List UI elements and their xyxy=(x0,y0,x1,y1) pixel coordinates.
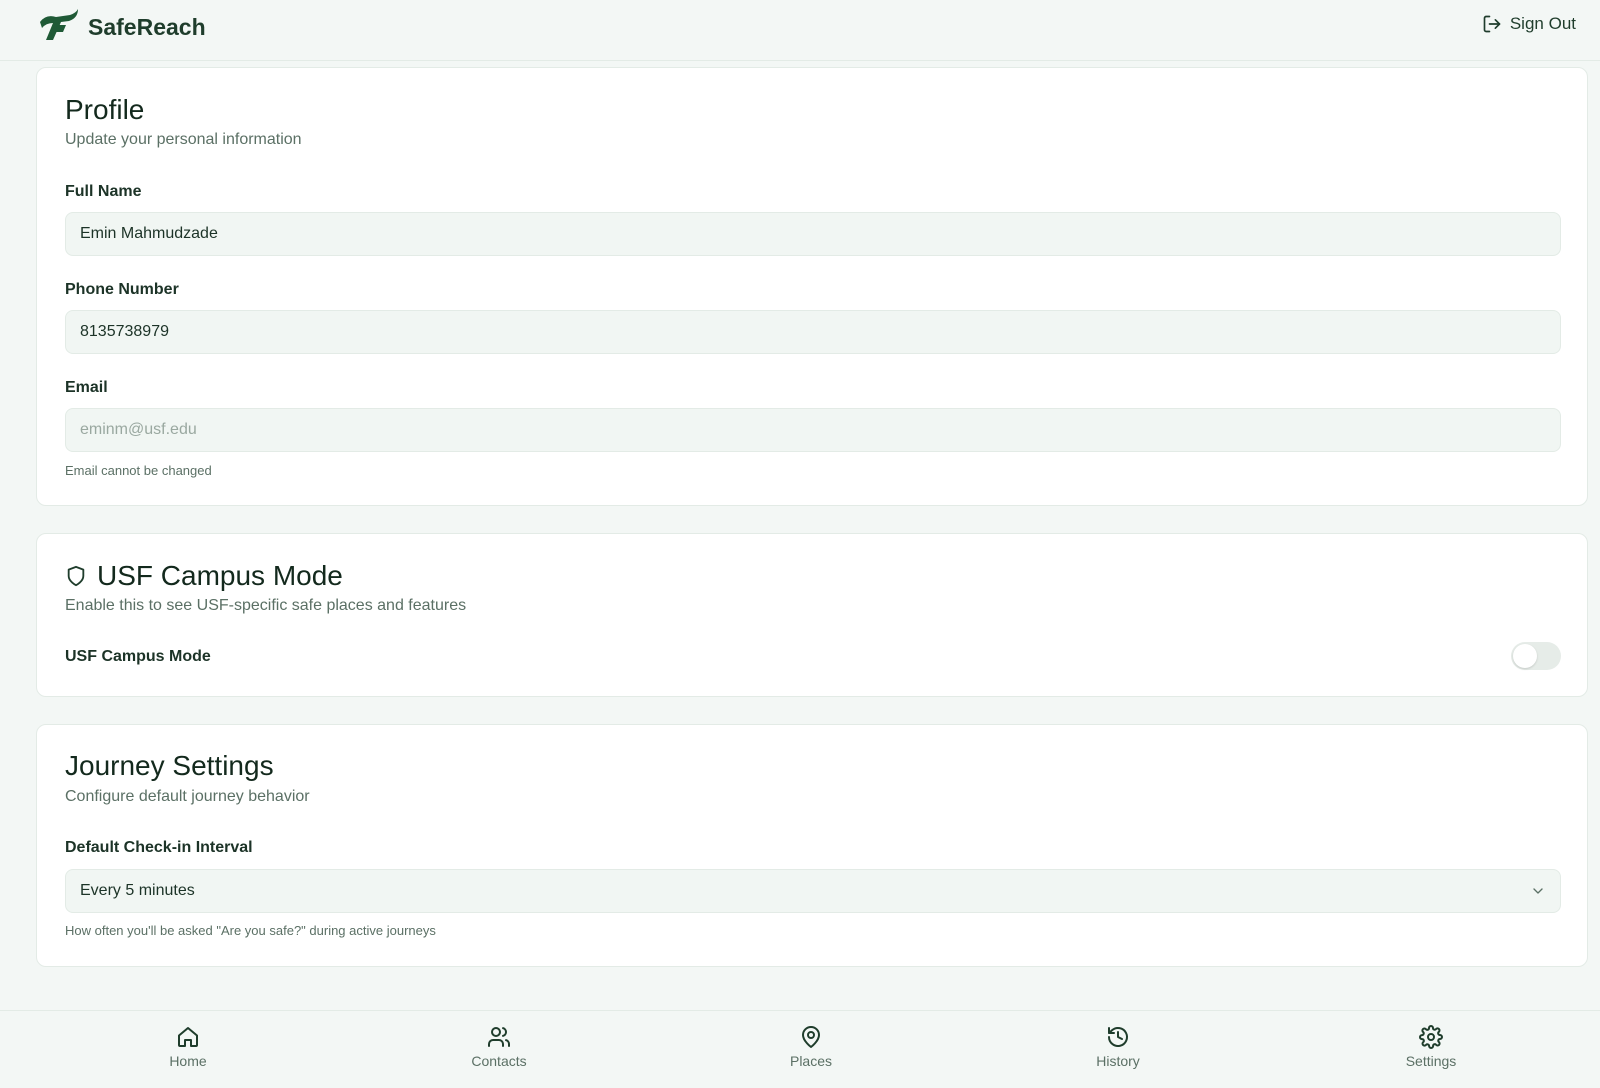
checkin-interval-value: Every 5 minutes xyxy=(80,882,195,899)
nav-label-history: History xyxy=(1096,1053,1140,1069)
brand[interactable]: SafeReach xyxy=(36,8,206,47)
sign-out-button[interactable]: Sign Out xyxy=(1482,14,1576,34)
checkin-interval-label: Default Check-in Interval xyxy=(65,839,253,856)
map-pin-icon xyxy=(802,1026,820,1048)
nav-item-home[interactable]: Home xyxy=(128,1025,248,1069)
history-icon xyxy=(1108,1027,1128,1047)
home-icon xyxy=(178,1027,198,1047)
checkin-interval-hint: How often you'll be asked "Are you safe?… xyxy=(65,923,436,938)
users-icon xyxy=(488,1027,510,1047)
nav-label-places: Places xyxy=(789,1053,833,1069)
nav-item-settings[interactable]: Settings xyxy=(1371,1025,1491,1069)
campus-mode-card: USF Campus Mode Enable this to see USF-s… xyxy=(36,533,1588,697)
campus-mode-toggle[interactable] xyxy=(1511,642,1561,670)
nav-item-contacts[interactable]: Contacts xyxy=(439,1025,559,1069)
bottom-nav: Home Contacts Places History Settings xyxy=(0,1010,1600,1088)
journey-settings-title: Journey Settings xyxy=(65,750,274,781)
full-name-label: Full Name xyxy=(65,183,142,200)
nav-item-places[interactable]: Places xyxy=(751,1025,871,1069)
usf-bull-logo-icon xyxy=(36,8,80,47)
campus-mode-title-row: USF Campus Mode xyxy=(65,560,343,592)
log-out-icon xyxy=(1483,15,1501,33)
campus-mode-subtitle: Enable this to see USF-specific safe pla… xyxy=(65,597,467,614)
profile-card: Profile Update your personal information… xyxy=(36,67,1588,506)
journey-settings-subtitle: Configure default journey behavior xyxy=(65,788,310,805)
nav-label-contacts: Contacts xyxy=(471,1053,527,1069)
sign-out-label: Sign Out xyxy=(1509,14,1576,33)
email-hint: Email cannot be changed xyxy=(65,463,212,478)
campus-mode-title: USF Campus Mode xyxy=(97,560,343,591)
profile-subtitle: Update your personal information xyxy=(65,131,302,148)
journey-settings-card: Journey Settings Configure default journ… xyxy=(36,724,1588,967)
email-label: Email xyxy=(65,379,108,396)
phone-number-input[interactable]: 8135738979 xyxy=(65,310,1561,354)
shield-icon xyxy=(67,565,85,587)
phone-number-label: Phone Number xyxy=(65,281,179,298)
nav-label-home: Home xyxy=(169,1053,207,1069)
app-header: SafeReach Sign Out xyxy=(0,0,1600,61)
chevron-down-icon xyxy=(1533,888,1543,894)
campus-mode-toggle-label: USF Campus Mode xyxy=(65,648,211,665)
checkin-interval-select[interactable]: Every 5 minutes xyxy=(65,869,1561,913)
nav-item-history[interactable]: History xyxy=(1058,1025,1178,1069)
gear-icon xyxy=(1419,1025,1443,1049)
nav-label-settings: Settings xyxy=(1405,1053,1457,1069)
toggle-knob xyxy=(1513,644,1537,668)
profile-title: Profile xyxy=(65,94,145,125)
full-name-input[interactable]: Emin Mahmudzade xyxy=(65,212,1561,256)
email-input: eminm@usf.edu xyxy=(65,408,1561,452)
app-name: SafeReach xyxy=(88,14,206,40)
